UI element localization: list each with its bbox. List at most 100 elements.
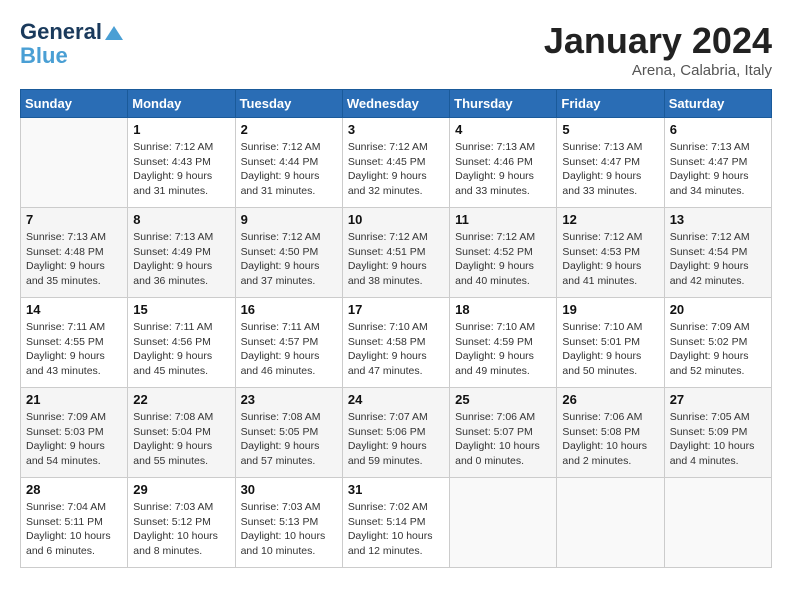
day-number: 11 <box>455 212 551 227</box>
day-info: Sunrise: 7:12 AM Sunset: 4:45 PM Dayligh… <box>348 140 444 199</box>
header-cell-friday: Friday <box>557 90 664 118</box>
header-cell-saturday: Saturday <box>664 90 771 118</box>
day-info: Sunrise: 7:12 AM Sunset: 4:44 PM Dayligh… <box>241 140 337 199</box>
day-number: 5 <box>562 122 658 137</box>
week-row-2: 7Sunrise: 7:13 AM Sunset: 4:48 PM Daylig… <box>21 208 772 298</box>
day-info: Sunrise: 7:03 AM Sunset: 5:12 PM Dayligh… <box>133 500 229 559</box>
day-info: Sunrise: 7:13 AM Sunset: 4:49 PM Dayligh… <box>133 230 229 289</box>
day-cell: 11 Sunrise: 7:12 AM Sunset: 4:52 PM Dayli… <box>450 208 557 298</box>
day-info: Sunrise: 7:03 AM Sunset: 5:13 PM Dayligh… <box>241 500 337 559</box>
day-info: Sunrise: 7:08 AM Sunset: 5:05 PM Dayligh… <box>241 410 337 469</box>
month-title: January 2024 <box>544 20 772 62</box>
day-number: 28 <box>26 482 122 497</box>
day-cell: 30 Sunrise: 7:03 AM Sunset: 5:13 PM Dayli… <box>235 478 342 568</box>
day-number: 4 <box>455 122 551 137</box>
day-info: Sunrise: 7:11 AM Sunset: 4:56 PM Dayligh… <box>133 320 229 379</box>
day-cell: 9 Sunrise: 7:12 AM Sunset: 4:50 PM Daylig… <box>235 208 342 298</box>
header-cell-sunday: Sunday <box>21 90 128 118</box>
day-cell: 6 Sunrise: 7:13 AM Sunset: 4:47 PM Daylig… <box>664 118 771 208</box>
week-row-3: 14Sunrise: 7:11 AM Sunset: 4:55 PM Dayli… <box>21 298 772 388</box>
day-info: Sunrise: 7:05 AM Sunset: 5:09 PM Dayligh… <box>670 410 766 469</box>
day-cell <box>557 478 664 568</box>
day-info: Sunrise: 7:13 AM Sunset: 4:46 PM Dayligh… <box>455 140 551 199</box>
day-info: Sunrise: 7:07 AM Sunset: 5:06 PM Dayligh… <box>348 410 444 469</box>
calendar-body: 1Sunrise: 7:12 AM Sunset: 4:43 PM Daylig… <box>21 118 772 568</box>
header-cell-wednesday: Wednesday <box>342 90 449 118</box>
day-cell: 21Sunrise: 7:09 AM Sunset: 5:03 PM Dayli… <box>21 388 128 478</box>
day-number: 19 <box>562 302 658 317</box>
location-subtitle: Arena, Calabria, Italy <box>544 62 772 79</box>
day-number: 16 <box>241 302 337 317</box>
day-info: Sunrise: 7:13 AM Sunset: 4:47 PM Dayligh… <box>670 140 766 199</box>
title-block: January 2024 Arena, Calabria, Italy <box>544 20 772 79</box>
day-cell: 19 Sunrise: 7:10 AM Sunset: 5:01 PM Dayli… <box>557 298 664 388</box>
day-cell: 18 Sunrise: 7:10 AM Sunset: 4:59 PM Dayli… <box>450 298 557 388</box>
calendar-header: SundayMondayTuesdayWednesdayThursdayFrid… <box>21 90 772 118</box>
day-info: Sunrise: 7:04 AM Sunset: 5:11 PM Dayligh… <box>26 500 122 559</box>
day-cell: 23 Sunrise: 7:08 AM Sunset: 5:05 PM Dayli… <box>235 388 342 478</box>
day-cell: 25 Sunrise: 7:06 AM Sunset: 5:07 PM Dayli… <box>450 388 557 478</box>
day-info: Sunrise: 7:10 AM Sunset: 4:59 PM Dayligh… <box>455 320 551 379</box>
day-number: 30 <box>241 482 337 497</box>
day-number: 29 <box>133 482 229 497</box>
day-cell: 17 Sunrise: 7:10 AM Sunset: 4:58 PM Dayli… <box>342 298 449 388</box>
week-row-1: 1Sunrise: 7:12 AM Sunset: 4:43 PM Daylig… <box>21 118 772 208</box>
day-cell: 16 Sunrise: 7:11 AM Sunset: 4:57 PM Dayli… <box>235 298 342 388</box>
day-number: 14 <box>26 302 122 317</box>
day-cell <box>21 118 128 208</box>
day-cell: 15 Sunrise: 7:11 AM Sunset: 4:56 PM Dayli… <box>128 298 235 388</box>
day-cell: 20Sunrise: 7:09 AM Sunset: 5:02 PM Dayli… <box>664 298 771 388</box>
day-cell: 27 Sunrise: 7:05 AM Sunset: 5:09 PM Dayli… <box>664 388 771 478</box>
day-number: 26 <box>562 392 658 407</box>
day-info: Sunrise: 7:12 AM Sunset: 4:51 PM Dayligh… <box>348 230 444 289</box>
day-cell: 2 Sunrise: 7:12 AM Sunset: 4:44 PM Daylig… <box>235 118 342 208</box>
day-number: 22 <box>133 392 229 407</box>
day-info: Sunrise: 7:12 AM Sunset: 4:53 PM Dayligh… <box>562 230 658 289</box>
week-row-4: 21Sunrise: 7:09 AM Sunset: 5:03 PM Dayli… <box>21 388 772 478</box>
day-number: 25 <box>455 392 551 407</box>
day-number: 24 <box>348 392 444 407</box>
day-info: Sunrise: 7:10 AM Sunset: 4:58 PM Dayligh… <box>348 320 444 379</box>
day-number: 18 <box>455 302 551 317</box>
day-cell: 7Sunrise: 7:13 AM Sunset: 4:48 PM Daylig… <box>21 208 128 298</box>
day-number: 2 <box>241 122 337 137</box>
day-cell <box>450 478 557 568</box>
day-number: 3 <box>348 122 444 137</box>
day-info: Sunrise: 7:12 AM Sunset: 4:54 PM Dayligh… <box>670 230 766 289</box>
day-number: 9 <box>241 212 337 227</box>
day-cell: 4 Sunrise: 7:13 AM Sunset: 4:46 PM Daylig… <box>450 118 557 208</box>
day-number: 15 <box>133 302 229 317</box>
day-number: 6 <box>670 122 766 137</box>
day-cell: 13 Sunrise: 7:12 AM Sunset: 4:54 PM Dayli… <box>664 208 771 298</box>
day-number: 17 <box>348 302 444 317</box>
week-row-5: 28 Sunrise: 7:04 AM Sunset: 5:11 PM Dayli… <box>21 478 772 568</box>
day-info: Sunrise: 7:12 AM Sunset: 4:52 PM Dayligh… <box>455 230 551 289</box>
logo-icon <box>103 24 125 42</box>
day-info: Sunrise: 7:11 AM Sunset: 4:57 PM Dayligh… <box>241 320 337 379</box>
day-info: Sunrise: 7:08 AM Sunset: 5:04 PM Dayligh… <box>133 410 229 469</box>
day-number: 21 <box>26 392 122 407</box>
day-info: Sunrise: 7:06 AM Sunset: 5:08 PM Dayligh… <box>562 410 658 469</box>
day-info: Sunrise: 7:02 AM Sunset: 5:14 PM Dayligh… <box>348 500 444 559</box>
day-number: 8 <box>133 212 229 227</box>
day-cell: 14Sunrise: 7:11 AM Sunset: 4:55 PM Dayli… <box>21 298 128 388</box>
day-cell: 3 Sunrise: 7:12 AM Sunset: 4:45 PM Daylig… <box>342 118 449 208</box>
day-cell: 12Sunrise: 7:12 AM Sunset: 4:53 PM Dayli… <box>557 208 664 298</box>
day-number: 23 <box>241 392 337 407</box>
day-number: 10 <box>348 212 444 227</box>
header-cell-thursday: Thursday <box>450 90 557 118</box>
day-cell: 1Sunrise: 7:12 AM Sunset: 4:43 PM Daylig… <box>128 118 235 208</box>
day-cell: 24 Sunrise: 7:07 AM Sunset: 5:06 PM Dayli… <box>342 388 449 478</box>
day-info: Sunrise: 7:12 AM Sunset: 4:50 PM Dayligh… <box>241 230 337 289</box>
day-number: 27 <box>670 392 766 407</box>
day-number: 7 <box>26 212 122 227</box>
day-number: 20 <box>670 302 766 317</box>
day-cell: 10 Sunrise: 7:12 AM Sunset: 4:51 PM Dayli… <box>342 208 449 298</box>
day-info: Sunrise: 7:06 AM Sunset: 5:07 PM Dayligh… <box>455 410 551 469</box>
day-number: 13 <box>670 212 766 227</box>
logo: General Blue <box>20 20 125 68</box>
calendar-table: SundayMondayTuesdayWednesdayThursdayFrid… <box>20 89 772 568</box>
day-info: Sunrise: 7:10 AM Sunset: 5:01 PM Dayligh… <box>562 320 658 379</box>
day-cell: 8 Sunrise: 7:13 AM Sunset: 4:49 PM Daylig… <box>128 208 235 298</box>
day-cell <box>664 478 771 568</box>
